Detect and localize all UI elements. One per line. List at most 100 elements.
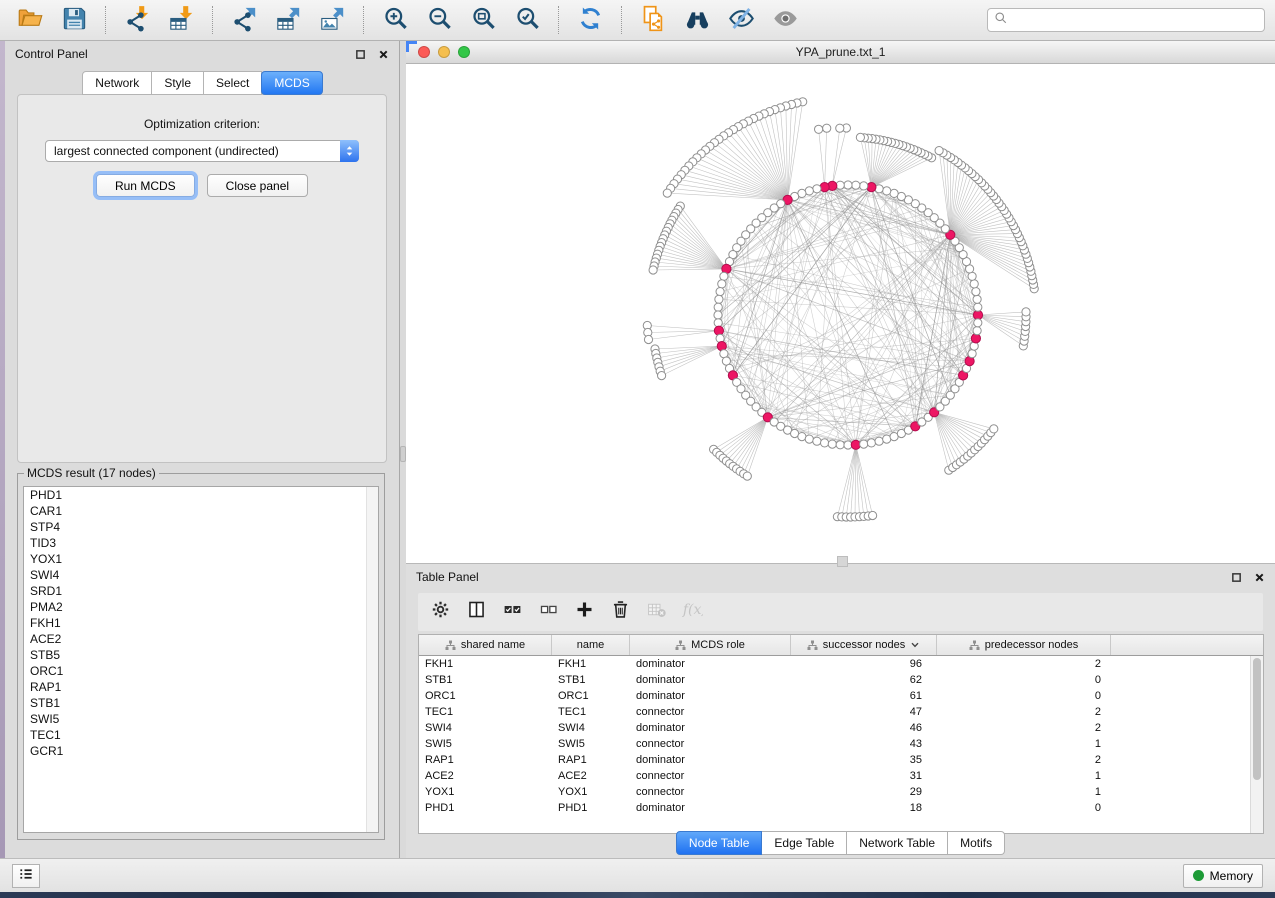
minimize-window-button[interactable] (438, 46, 450, 58)
mcds-result-item[interactable]: FKH1 (24, 615, 378, 631)
cell-MCDS-role[interactable]: connector (630, 786, 791, 798)
close-window-button[interactable] (418, 46, 430, 58)
cell-predecessor-nodes[interactable]: 1 (937, 770, 1111, 782)
cell-successor-nodes[interactable]: 96 (791, 658, 937, 670)
network-canvas[interactable] (406, 63, 1275, 563)
show-panels-button[interactable] (12, 864, 40, 888)
hide-selected-button[interactable] (721, 3, 761, 37)
cell-successor-nodes[interactable]: 29 (791, 786, 937, 798)
cell-predecessor-nodes[interactable]: 0 (937, 802, 1111, 814)
table-row[interactable]: ORC1ORC1dominator610 (419, 688, 1263, 704)
tab-style[interactable]: Style (151, 71, 204, 95)
column-header-predecessor-nodes[interactable]: predecessor nodes (937, 635, 1111, 655)
cell-successor-nodes[interactable]: 61 (791, 690, 937, 702)
cell-successor-nodes[interactable]: 62 (791, 674, 937, 686)
mcds-result-item[interactable]: SWI4 (24, 567, 378, 583)
column-header-successor-nodes[interactable]: successor nodes (791, 635, 937, 655)
mcds-result-item[interactable]: STP4 (24, 519, 378, 535)
cell-successor-nodes[interactable]: 47 (791, 706, 937, 718)
cell-shared-name[interactable]: FKH1 (419, 658, 552, 670)
mcds-result-item[interactable]: CAR1 (24, 503, 378, 519)
cell-name[interactable]: YOX1 (552, 786, 630, 798)
criterion-select[interactable]: largest connected component (undirected) (45, 140, 359, 162)
delete-column-button[interactable] (610, 599, 631, 625)
cell-predecessor-nodes[interactable]: 0 (937, 674, 1111, 686)
close-panel-icon[interactable] (1254, 572, 1265, 583)
mcds-result-item[interactable]: RAP1 (24, 679, 378, 695)
memory-button[interactable]: Memory (1183, 864, 1263, 888)
mcds-result-item[interactable]: STB1 (24, 695, 378, 711)
tab-mcds[interactable]: MCDS (261, 71, 322, 95)
cell-predecessor-nodes[interactable]: 2 (937, 722, 1111, 734)
mcds-result-item[interactable]: STB5 (24, 647, 378, 663)
show-all-button[interactable] (765, 3, 805, 37)
table-row[interactable]: ACE2ACE2connector311 (419, 768, 1263, 784)
export-image-button[interactable] (312, 3, 352, 37)
float-panel-icon[interactable] (1231, 572, 1242, 583)
cell-name[interactable]: ACE2 (552, 770, 630, 782)
column-header-MCDS-role[interactable]: MCDS role (630, 635, 791, 655)
table-row[interactable]: YOX1YOX1connector291 (419, 784, 1263, 800)
zoom-selected-button[interactable] (507, 3, 547, 37)
cell-name[interactable]: SWI5 (552, 738, 630, 750)
cell-predecessor-nodes[interactable]: 2 (937, 658, 1111, 670)
search-box[interactable] (987, 8, 1265, 32)
deselect-all-button[interactable] (538, 599, 559, 625)
table-row[interactable]: FKH1FKH1dominator962 (419, 656, 1263, 672)
cell-shared-name[interactable]: SWI4 (419, 722, 552, 734)
export-network-button[interactable] (224, 3, 264, 37)
close-panel-icon[interactable] (378, 49, 389, 60)
cell-predecessor-nodes[interactable]: 0 (937, 690, 1111, 702)
cell-name[interactable]: FKH1 (552, 658, 630, 670)
cell-MCDS-role[interactable]: connector (630, 706, 791, 718)
mcds-result-item[interactable]: SWI5 (24, 711, 378, 727)
cell-MCDS-role[interactable]: dominator (630, 674, 791, 686)
mcds-result-item[interactable]: GCR1 (24, 743, 378, 759)
cell-successor-nodes[interactable]: 43 (791, 738, 937, 750)
tab-node-table[interactable]: Node Table (676, 831, 763, 855)
cell-name[interactable]: PHD1 (552, 802, 630, 814)
cell-shared-name[interactable]: YOX1 (419, 786, 552, 798)
node-layer[interactable] (643, 98, 1038, 521)
cell-successor-nodes[interactable]: 31 (791, 770, 937, 782)
cell-shared-name[interactable]: ACE2 (419, 770, 552, 782)
cell-predecessor-nodes[interactable]: 2 (937, 754, 1111, 766)
cell-MCDS-role[interactable]: connector (630, 770, 791, 782)
cell-name[interactable]: STB1 (552, 674, 630, 686)
table-row[interactable]: TEC1TEC1connector472 (419, 704, 1263, 720)
mcds-list-scrollbar[interactable] (366, 487, 378, 832)
mcds-result-item[interactable]: ACE2 (24, 631, 378, 647)
cell-shared-name[interactable]: SWI5 (419, 738, 552, 750)
mcds-result-list[interactable]: PHD1CAR1STP4TID3YOX1SWI4SRD1PMA2FKH1ACE2… (23, 486, 379, 833)
add-column-button[interactable] (574, 599, 595, 625)
cell-name[interactable]: RAP1 (552, 754, 630, 766)
cell-MCDS-role[interactable]: connector (630, 738, 791, 750)
tab-motifs[interactable]: Motifs (948, 831, 1005, 855)
copy-share-button[interactable] (633, 3, 673, 37)
select-all-button[interactable] (502, 599, 523, 625)
mcds-result-item[interactable]: TID3 (24, 535, 378, 551)
run-mcds-button[interactable]: Run MCDS (96, 174, 195, 197)
open-file-button[interactable] (10, 3, 50, 37)
import-network-button[interactable] (117, 3, 157, 37)
table-scrollbar-thumb[interactable] (1253, 658, 1261, 780)
cell-shared-name[interactable]: ORC1 (419, 690, 552, 702)
mcds-result-item[interactable]: PMA2 (24, 599, 378, 615)
cell-successor-nodes[interactable]: 18 (791, 802, 937, 814)
mcds-result-item[interactable]: YOX1 (24, 551, 378, 567)
cell-shared-name[interactable]: PHD1 (419, 802, 552, 814)
cell-MCDS-role[interactable]: dominator (630, 802, 791, 814)
cell-MCDS-role[interactable]: dominator (630, 658, 791, 670)
column-header-name[interactable]: name (552, 635, 630, 655)
cell-shared-name[interactable]: RAP1 (419, 754, 552, 766)
cell-name[interactable]: TEC1 (552, 706, 630, 718)
cell-name[interactable]: SWI4 (552, 722, 630, 734)
table-scrollbar[interactable] (1250, 656, 1263, 833)
cell-predecessor-nodes[interactable]: 1 (937, 738, 1111, 750)
zoom-in-button[interactable] (375, 3, 415, 37)
mcds-result-item[interactable]: PHD1 (24, 487, 378, 503)
table-row[interactable]: PHD1PHD1dominator180 (419, 800, 1263, 816)
cell-name[interactable]: ORC1 (552, 690, 630, 702)
zoom-fit-button[interactable] (463, 3, 503, 37)
table-row[interactable]: STB1STB1dominator620 (419, 672, 1263, 688)
